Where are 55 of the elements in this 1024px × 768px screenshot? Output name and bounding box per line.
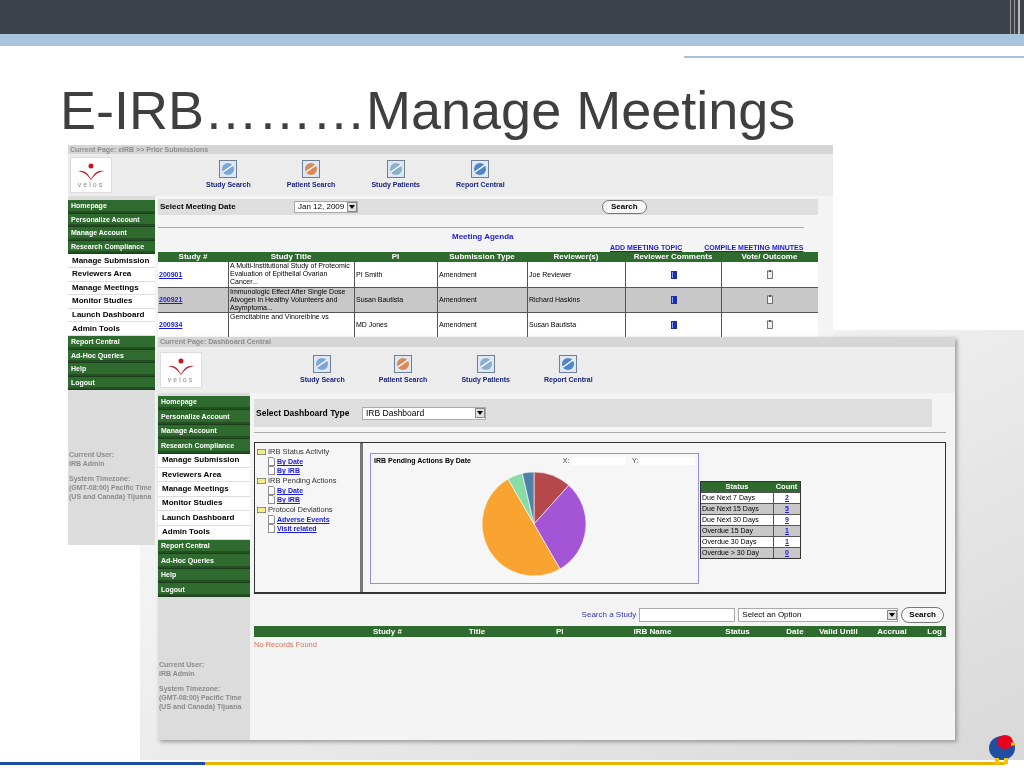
search-label: Search a Study (581, 609, 637, 621)
column-header: Log (926, 626, 943, 637)
book-icon[interactable] (670, 320, 677, 329)
agenda-title: Meeting Agenda (451, 231, 515, 244)
dashboard-type-select[interactable]: IRB Dashboard (362, 406, 486, 420)
menu-item[interactable]: Admin Tools (68, 322, 155, 336)
caret-icon (889, 613, 896, 617)
column-header: IRB Name (632, 626, 673, 637)
column-header: PI (390, 252, 401, 263)
field-label: Select Dashboard Type (256, 406, 351, 420)
dropdown-toggle[interactable] (347, 202, 357, 213)
option-select[interactable]: Select an Option (738, 608, 899, 622)
column-header: Date (785, 626, 805, 637)
menu-item[interactable]: Manage Submission (68, 254, 155, 268)
clipboard-icon[interactable] (767, 295, 773, 305)
globe-icon[interactable] (302, 159, 321, 178)
column-header: Reviewer Comments (632, 252, 714, 263)
search-button[interactable]: Search (901, 607, 944, 623)
globe-icon[interactable] (394, 354, 413, 373)
column-header: Submission Type (448, 252, 516, 263)
globe-icon[interactable] (313, 354, 332, 373)
globe-icon[interactable] (471, 159, 490, 178)
caret-icon (477, 411, 483, 415)
column-header: Accrual (876, 626, 908, 637)
search-button[interactable]: Search (602, 200, 647, 215)
menu-item[interactable]: Manage Meetings (158, 482, 250, 497)
book-icon[interactable] (670, 270, 677, 279)
column-header: Status (724, 626, 751, 637)
column-header: Study # (177, 252, 209, 263)
globe-icon[interactable] (219, 159, 238, 178)
folder-icon (257, 477, 266, 484)
dropdown-toggle[interactable] (887, 610, 898, 620)
column-header: PI (555, 626, 565, 637)
caret-icon (349, 205, 355, 210)
column-header: Study # (371, 626, 403, 637)
column-header: Valid Until (817, 626, 859, 637)
column-header: Title (467, 626, 487, 637)
dropdown-toggle[interactable] (475, 408, 485, 418)
column-header: Reviewer(s) (552, 252, 600, 263)
clipboard-icon[interactable] (767, 320, 773, 330)
globe-icon[interactable] (559, 354, 578, 373)
folder-icon (257, 506, 266, 513)
column-header: Vote/ Outcome (740, 252, 799, 263)
book-icon[interactable] (670, 295, 677, 304)
globe-icon[interactable] (386, 159, 405, 178)
menu-item[interactable]: Launch Dashboard (158, 511, 250, 526)
folder-icon (257, 448, 266, 455)
slide-title: E-IRB………Manage Meetings (60, 79, 796, 142)
menu-item[interactable]: Monitor Studies (68, 295, 155, 309)
search-field[interactable] (639, 608, 736, 622)
column-header: Study Title (269, 252, 313, 263)
globe-icon[interactable] (476, 354, 495, 373)
date-select[interactable]: Jan 12, 2009 (294, 201, 358, 214)
field-label: Select Meeting Date (160, 201, 237, 214)
clipboard-icon[interactable] (767, 270, 773, 279)
